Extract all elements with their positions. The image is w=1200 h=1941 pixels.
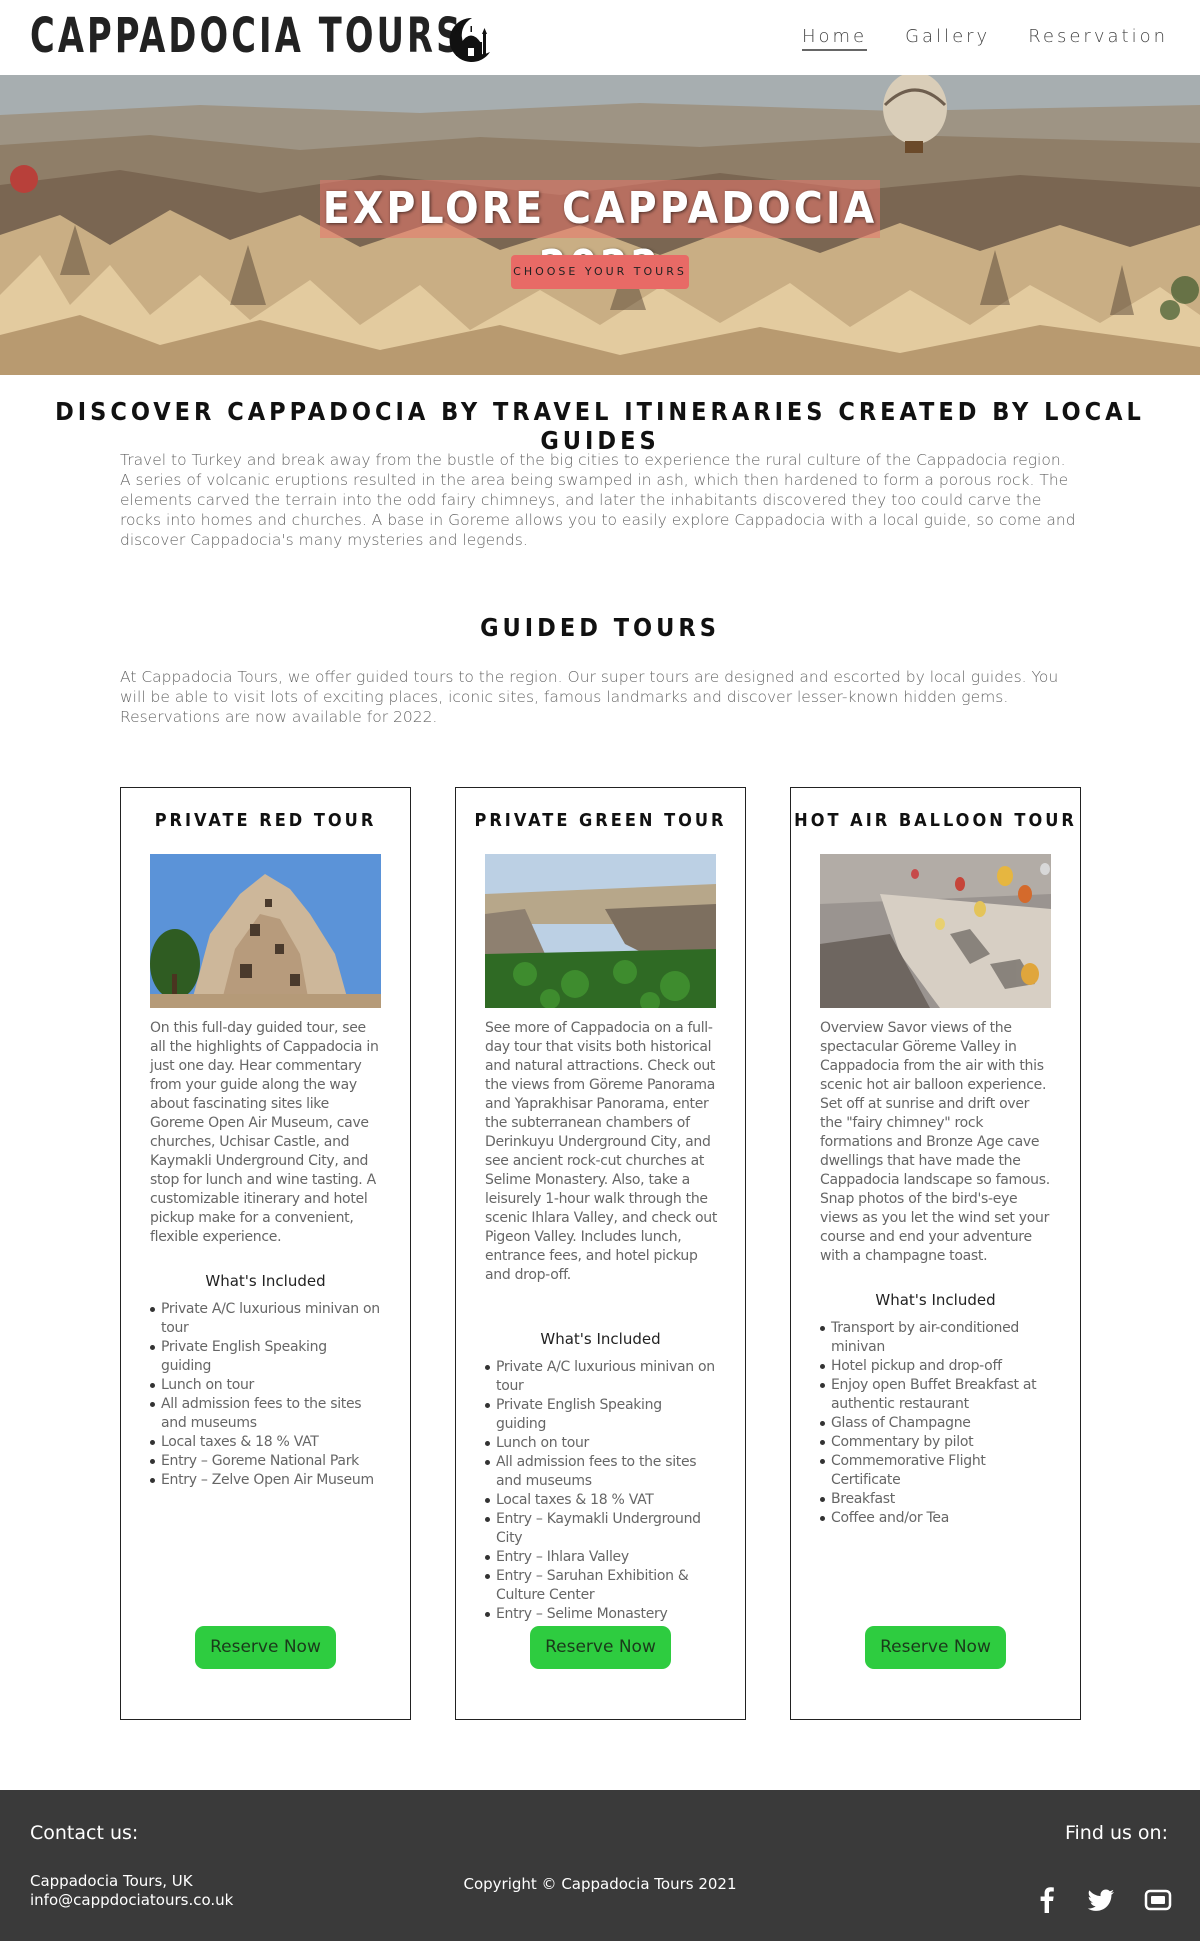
balloon-tour-image (820, 854, 1051, 1008)
guided-tours-paragraph: At Cappadocia Tours, we offer guided tou… (120, 668, 1059, 726)
site-header: CAPPADOCIA TOURS Home Gallery Reservatio… (0, 0, 1200, 75)
list-item: Entry – Goreme National Park (150, 1452, 381, 1471)
list-item: Transport by air-conditioned minivan (820, 1319, 1051, 1357)
list-item: Private English Speaking guiding (150, 1338, 381, 1376)
included-list: Private A/C luxurious minivan on tour Pr… (150, 1300, 381, 1490)
reserve-now-button[interactable]: Reserve Now (195, 1626, 336, 1669)
reserve-now-button[interactable]: Reserve Now (865, 1626, 1006, 1669)
main-nav: Home Gallery Reservation (801, 26, 1168, 51)
site-footer: Contact us: Cappadocia Tours, UK info@ca… (0, 1790, 1200, 1941)
intro-paragraph: Travel to Turkey and break away from the… (120, 451, 1076, 549)
intro-heading: DISCOVER CAPPADOCIA BY TRAVEL ITINERARIE… (55, 397, 1145, 455)
tour-card-green: PRIVATE GREEN TOUR See more of Cappadoci… (455, 787, 746, 1720)
list-item: Entry – Zelve Open Air Museum (150, 1471, 381, 1490)
whats-included-label: What's Included (540, 1330, 661, 1348)
copyright: Copyright © Cappadocia Tours 2021 (463, 1875, 737, 1893)
red-tour-image (150, 854, 381, 1008)
hero-banner: EXPLORE CAPPADOCIA 2022 CHOOSE YOUR TOUR… (0, 75, 1200, 375)
list-item: All admission fees to the sites and muse… (150, 1395, 381, 1433)
included-list: Private A/C luxurious minivan on tour Pr… (485, 1358, 716, 1624)
list-item: Local taxes & 18 % VAT (485, 1491, 716, 1510)
list-item: Commentary by pilot (820, 1433, 1051, 1452)
included-list: Transport by air-conditioned minivan Hot… (820, 1319, 1051, 1528)
card-description: See more of Cappadocia on a full-day tou… (485, 1020, 718, 1283)
contact-email-link[interactable]: info@cappdociatours.co.uk (30, 1891, 233, 1909)
find-us-heading: Find us on: (1064, 1822, 1168, 1844)
list-item: Private English Speaking guiding (485, 1396, 716, 1434)
list-item: Entry – Selime Monastery (485, 1605, 716, 1624)
list-item: Hotel pickup and drop-off (820, 1357, 1051, 1376)
green-tour-image (485, 854, 716, 1008)
card-title: PRIVATE GREEN TOUR (474, 810, 727, 831)
nav-home[interactable]: Home (801, 26, 868, 51)
list-item: Breakfast (820, 1490, 1051, 1509)
choose-tours-button[interactable]: CHOOSE YOUR TOURS (511, 255, 689, 289)
list-item: Entry – Kaymakli Underground City (485, 1510, 716, 1548)
list-item: All admission fees to the sites and muse… (485, 1453, 716, 1491)
contact-heading: Contact us: (30, 1822, 139, 1844)
list-item: Coffee and/or Tea (820, 1509, 1051, 1528)
card-title: HOT AIR BALLOON TOUR (794, 810, 1077, 831)
facebook-icon[interactable] (1032, 1885, 1062, 1915)
nav-reservation[interactable]: Reservation (1028, 26, 1168, 51)
list-item: Local taxes & 18 % VAT (150, 1433, 381, 1452)
brand-logo[interactable]: CAPPADOCIA TOURS (30, 8, 550, 64)
tour-card-balloon: HOT AIR BALLOON TOUR Overview Savor view… (790, 787, 1081, 1720)
whats-included-label: What's Included (205, 1272, 326, 1290)
list-item: Private A/C luxurious minivan on tour (150, 1301, 380, 1336)
youtube-icon[interactable] (1143, 1885, 1173, 1915)
tour-card-red: PRIVATE RED TOUR On this full-day guided… (120, 787, 411, 1720)
card-description: Overview Savor views of the spectacular … (820, 1020, 1050, 1264)
whats-included-label: What's Included (875, 1291, 996, 1309)
list-item: Glass of Champagne (820, 1414, 1051, 1433)
list-item: Entry – Saruhan Exhibition & Culture Cen… (485, 1567, 716, 1605)
reserve-now-button[interactable]: Reserve Now (530, 1626, 671, 1669)
twitter-icon[interactable] (1086, 1885, 1116, 1915)
mosque-crescent-icon (449, 17, 490, 62)
card-title: PRIVATE RED TOUR (154, 810, 377, 831)
list-item: Private A/C luxurious minivan on tour (485, 1359, 715, 1394)
hero-title: EXPLORE CAPPADOCIA 2022 (320, 180, 880, 292)
list-item: Lunch on tour (150, 1376, 381, 1395)
nav-gallery[interactable]: Gallery (905, 26, 990, 51)
list-item: Lunch on tour (485, 1434, 716, 1453)
brand-name[interactable]: CAPPADOCIA TOURS (30, 8, 460, 64)
list-item: Commemorative Flight Certificate (820, 1452, 1051, 1490)
list-item: Enjoy open Buffet Breakfast at authentic… (820, 1376, 1051, 1414)
guided-tours-heading: GUIDED TOURS (480, 613, 720, 642)
list-item: Entry – Ihlara Valley (485, 1548, 716, 1567)
card-description: On this full-day guided tour, see all th… (150, 1020, 379, 1245)
